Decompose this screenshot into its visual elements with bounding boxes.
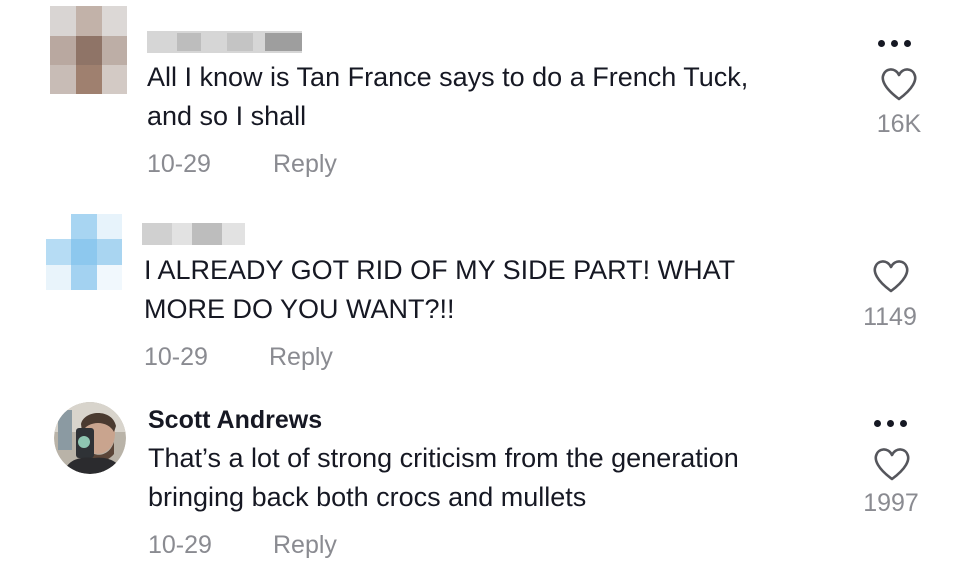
username[interactable] [142, 223, 245, 245]
comment-text-line: bringing back both crocs and mullets [148, 482, 587, 512]
comment-item: I ALREADY GOT RID OF MY SIDE PART! WHAT … [0, 200, 960, 390]
avatar[interactable] [46, 214, 122, 290]
comment-text: That’s a lot of strong criticism from th… [148, 439, 838, 517]
blurred-username [142, 223, 245, 245]
reply-button[interactable]: Reply [269, 343, 333, 372]
avatar[interactable] [50, 6, 127, 94]
username[interactable]: Scott Andrews [148, 406, 322, 435]
comment-item: Scott Andrews That’s a lot of strong cri… [0, 390, 960, 588]
heart-icon[interactable] [872, 258, 910, 294]
reply-button[interactable]: Reply [273, 150, 337, 179]
comment-text: I ALREADY GOT RID OF MY SIDE PART! WHAT … [144, 251, 834, 329]
avatar[interactable] [54, 402, 126, 474]
comment-item: All I know is Tan France says to do a Fr… [0, 0, 960, 200]
comment-text: All I know is Tan France says to do a Fr… [147, 58, 837, 136]
profile-photo [54, 402, 126, 474]
comment-text-line: That’s a lot of strong criticism from th… [148, 443, 739, 473]
comment-text-line: MORE DO YOU WANT?!! [144, 294, 455, 324]
heart-icon[interactable] [880, 66, 918, 102]
comment-date: 10-29 [147, 150, 211, 178]
comment-text-line: and so I shall [147, 101, 307, 131]
heart-icon[interactable] [873, 446, 911, 482]
reply-button[interactable]: Reply [273, 531, 337, 560]
comment-text-line: All I know is Tan France says to do a Fr… [147, 62, 749, 92]
username[interactable] [147, 31, 302, 53]
comment-date: 10-29 [144, 343, 208, 371]
comment-text-line: I ALREADY GOT RID OF MY SIDE PART! WHAT [144, 255, 736, 285]
pixelated-avatar-image [46, 214, 122, 290]
pixelated-avatar-image [50, 6, 127, 94]
like-count: 1149 [863, 303, 917, 331]
blurred-username [147, 31, 302, 53]
like-count: 1997 [863, 489, 919, 517]
like-count: 16K [876, 110, 922, 138]
comment-date: 10-29 [148, 531, 212, 559]
more-icon[interactable] [874, 418, 914, 430]
more-icon[interactable] [878, 38, 918, 50]
